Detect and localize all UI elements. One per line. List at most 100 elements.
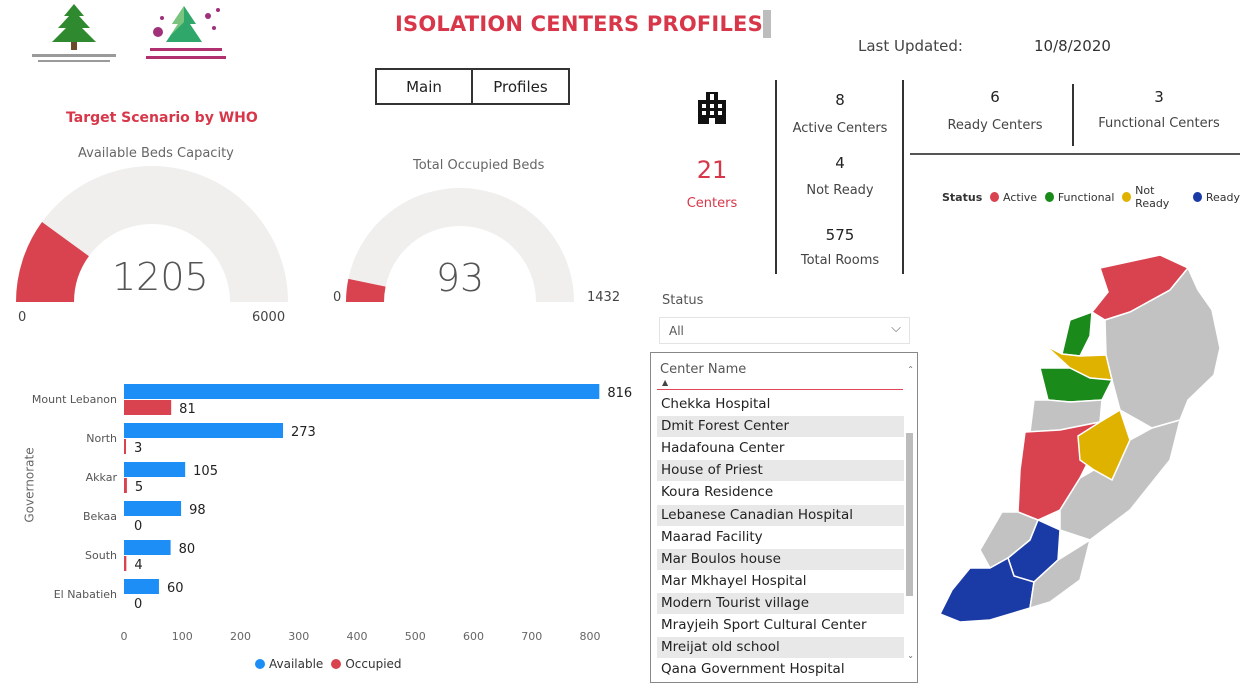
bar-occupied[interactable] xyxy=(124,400,172,415)
x-tick-label: 200 xyxy=(230,630,251,643)
scroll-up-icon[interactable]: ⌃ xyxy=(907,365,914,374)
governorate-bar-chart: Mount Lebanon 816 81 North 273 3 Akkar 105 5 Beka… xyxy=(32,384,632,643)
target-scenario-title: Target Scenario by WHO xyxy=(66,110,258,126)
legend-item-not-ready: Not Ready xyxy=(1135,184,1170,210)
category-label: Mount Lebanon xyxy=(32,393,117,406)
list-item[interactable]: Lebanese Canadian Hospital xyxy=(657,504,904,526)
status-legend: Status Active Functional Not Ready Ready xyxy=(942,184,1240,210)
bar-available[interactable] xyxy=(124,540,171,555)
data-label-available: 105 xyxy=(193,464,218,479)
x-tick-label: 100 xyxy=(172,630,193,643)
x-tick-label: 0 xyxy=(121,630,128,643)
functional-centers-count: 3 xyxy=(1154,88,1164,106)
bar-occupied[interactable] xyxy=(124,556,127,571)
map-region-north-green xyxy=(1061,310,1093,357)
category-label: El Nabatieh xyxy=(54,588,117,601)
scroll-down-icon[interactable]: ⌄ xyxy=(907,651,914,660)
data-label-occupied: 4 xyxy=(134,558,142,573)
data-label-occupied: 3 xyxy=(134,441,142,456)
legend-item-functional: Functional xyxy=(1057,190,1115,204)
not-ready-label: Not Ready xyxy=(806,183,874,198)
list-header-center-name[interactable]: Center Name xyxy=(660,362,746,377)
status-legend-title: Status xyxy=(942,190,983,204)
bar-occupied[interactable] xyxy=(124,439,126,454)
ready-centers-count: 6 xyxy=(990,88,1000,106)
list-item[interactable]: Modern Tourist village xyxy=(657,592,904,614)
profiles-button[interactable]: Profiles xyxy=(471,68,570,105)
list-item[interactable]: Mar Mkhayel Hospital xyxy=(657,571,904,592)
status-dropdown-value: All xyxy=(669,324,684,338)
legend-item-occupied: Occupied xyxy=(345,657,402,671)
status-dropdown[interactable]: All ⌵ xyxy=(659,317,910,344)
category-label: South xyxy=(85,549,117,562)
x-tick-label: 600 xyxy=(463,630,484,643)
bar-occupied[interactable] xyxy=(124,478,127,493)
list-item[interactable]: Chekka Hospital xyxy=(657,394,904,415)
occupied-beds-value: 93 xyxy=(435,256,485,300)
main-button[interactable]: Main xyxy=(375,68,473,105)
x-tick-label: 700 xyxy=(521,630,542,643)
data-label-available: 80 xyxy=(179,542,196,557)
category-label: North xyxy=(86,432,117,445)
legend-dot-occupied xyxy=(331,659,342,669)
available-beds-min: 0 xyxy=(18,310,27,325)
functional-centers-label: Functional Centers xyxy=(1098,116,1220,131)
list-header-underline xyxy=(657,389,903,390)
data-label-available: 273 xyxy=(291,425,316,440)
last-updated-label: Last Updated: xyxy=(858,37,963,55)
data-label-occupied: 5 xyxy=(135,480,143,495)
list-scrollbar-thumb[interactable] xyxy=(906,433,913,596)
list-item[interactable]: Mar Boulos house xyxy=(657,548,904,570)
legend-dot-ready xyxy=(1193,192,1202,202)
title-divider xyxy=(763,10,771,38)
list-item[interactable]: Dmit Forest Center xyxy=(657,416,904,438)
data-label-occupied: 81 xyxy=(179,402,196,417)
list-item[interactable]: Hadafouna Center xyxy=(657,438,904,459)
legend-item-available: Available xyxy=(269,657,324,671)
list-item[interactable]: Koura Residence xyxy=(657,482,904,503)
bar-available[interactable] xyxy=(124,579,159,594)
lebanon-map[interactable] xyxy=(930,250,1235,635)
x-tick-label: 300 xyxy=(288,630,309,643)
centers-count: 21 xyxy=(696,156,728,184)
list-item[interactable]: Maarad Facility xyxy=(657,527,904,548)
list-item[interactable]: Mrayjeih Sport Cultural Center xyxy=(657,615,904,636)
list-item[interactable]: Mreijat old school xyxy=(657,637,904,659)
data-label-available: 98 xyxy=(189,503,206,518)
bar-available[interactable] xyxy=(124,501,182,516)
available-beds-title: Available Beds Capacity xyxy=(78,146,234,161)
occupied-beds-max: 1432 xyxy=(587,290,621,305)
sort-ascending-icon[interactable]: ▲ xyxy=(662,378,668,387)
kpi-divider-left xyxy=(775,80,777,274)
bar-available[interactable] xyxy=(124,384,600,399)
legend-dot-not-ready xyxy=(1122,192,1132,202)
cedar-logo xyxy=(28,2,120,66)
data-label-occupied: 0 xyxy=(134,519,142,534)
status-slicer-label: Status xyxy=(662,293,704,308)
available-beds-max: 6000 xyxy=(252,310,286,325)
center-name-list[interactable]: Center Name ▲ Chekka Hospital Dmit Forest… xyxy=(650,352,918,683)
list-item[interactable]: House of Priest xyxy=(657,460,904,482)
legend-dot-available xyxy=(255,659,265,669)
not-ready-count: 4 xyxy=(835,154,845,172)
legend-item-ready: Ready xyxy=(1205,190,1240,204)
bar-available[interactable] xyxy=(124,423,284,438)
centers-label: Centers xyxy=(686,196,738,211)
bar-available[interactable] xyxy=(124,462,186,477)
last-updated-value: 10/8/2020 xyxy=(1034,37,1111,55)
data-label-available: 816 xyxy=(607,386,632,401)
kpi-divider-right xyxy=(902,80,904,274)
legend-dot-active xyxy=(990,192,1000,202)
available-beds-value: 1205 xyxy=(112,255,209,299)
category-label: Akkar xyxy=(86,471,118,484)
ready-centers-label: Ready Centers xyxy=(947,118,1043,133)
data-label-occupied: 0 xyxy=(134,597,142,612)
list-item[interactable]: Qana Government Hospital xyxy=(657,659,904,680)
occupied-beds-min: 0 xyxy=(333,290,342,305)
legend-dot-functional xyxy=(1045,192,1054,202)
data-label-available: 60 xyxy=(167,581,184,596)
x-tick-label: 500 xyxy=(405,630,426,643)
active-centers-label: Active Centers xyxy=(792,121,888,136)
total-rooms-count: 575 xyxy=(825,226,855,244)
x-tick-label: 400 xyxy=(347,630,368,643)
